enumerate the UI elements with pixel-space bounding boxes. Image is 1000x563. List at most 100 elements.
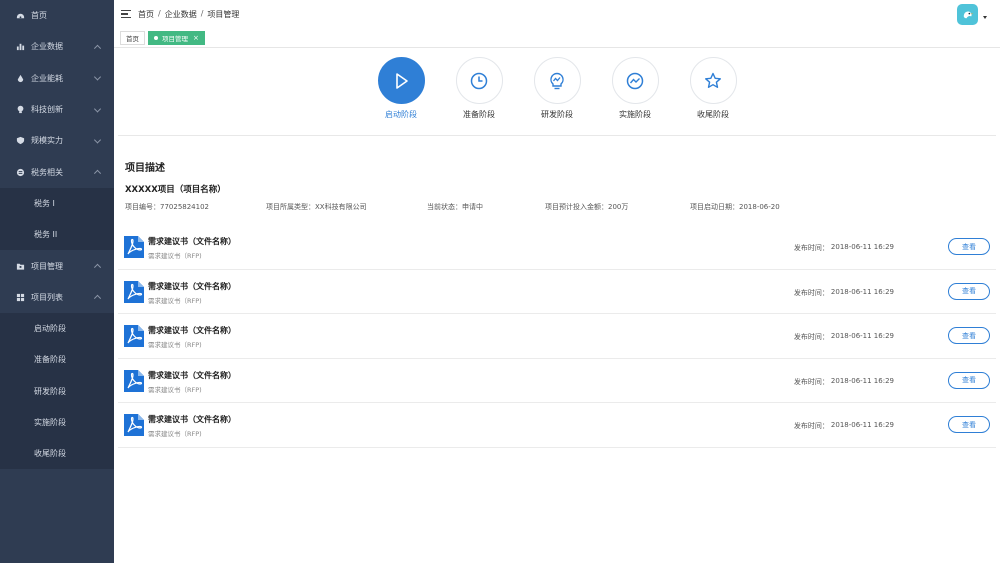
- stage-start[interactable]: 启动阶段: [377, 57, 425, 127]
- sidebar-subitem-start-stage[interactable]: 启动阶段: [0, 312, 114, 345]
- project-status: 当前状态：申请中: [427, 203, 483, 211]
- stage-circle: [689, 57, 737, 104]
- chevron-down-icon: [93, 136, 102, 144]
- project-type: 项目所属类型：XX科技有限公司: [266, 203, 367, 211]
- sidebar-item-innovation[interactable]: 科技创新: [0, 94, 114, 125]
- file-title: 需求建议书（文件名称）: [148, 415, 236, 424]
- sidebar-item-label: 研发阶段: [34, 386, 66, 396]
- sidebar-item-label: 项目管理: [31, 261, 63, 271]
- star-icon: [705, 72, 721, 88]
- chevron-up-icon: [93, 44, 102, 52]
- stage-close[interactable]: 收尾阶段: [689, 57, 737, 127]
- publish-time-label: 发布时间：: [793, 288, 829, 297]
- sidebar-item-label: 首页: [31, 11, 47, 21]
- stage-impl[interactable]: 实施阶段: [611, 57, 659, 127]
- avatar[interactable]: [957, 4, 978, 25]
- stage-label: 研发阶段: [541, 110, 573, 119]
- stage-circle: [455, 57, 503, 104]
- file-subtitle: 需求建议书（RFP): [148, 252, 202, 260]
- sidebar-item-energy[interactable]: 企业能耗: [0, 63, 114, 94]
- chevron-down-icon: [93, 104, 102, 113]
- sidebar-subitem-close-stage[interactable]: 收尾阶段: [0, 438, 114, 470]
- view-button[interactable]: 查看: [948, 416, 990, 433]
- stage-circle: [377, 57, 425, 104]
- pdf-icon: [124, 369, 144, 392]
- tax-icon: [16, 168, 25, 177]
- view-button[interactable]: 查看: [948, 371, 990, 389]
- breadcrumb-separator: /: [158, 8, 161, 18]
- sidebar-item-tax[interactable]: 税务相关: [0, 156, 114, 187]
- breadcrumb-item-company-data[interactable]: 企业数据: [165, 9, 197, 20]
- list-item: 需求建议书（文件名称） 需求建议书（RFP) 发布时间： 2018-06-11 1…: [118, 225, 996, 270]
- sidebar-item-project-list[interactable]: 项目列表: [0, 282, 114, 313]
- bar-chart-icon: [16, 42, 25, 51]
- chevron-down-icon: [93, 73, 102, 81]
- list-item: 需求建议书（文件名称） 需求建议书（RFP) 发布时间： 2018-06-11 1…: [118, 359, 996, 403]
- sidebar-item-label: 科技创新: [31, 105, 63, 115]
- sidebar-item-home[interactable]: 首页: [0, 0, 114, 31]
- lightbulb-chart-icon: [550, 72, 564, 89]
- breadcrumb: 首页 / 企业数据 / 项目管理: [138, 9, 239, 20]
- view-button[interactable]: 查看: [948, 327, 990, 344]
- section-title: 项目描述: [125, 163, 165, 174]
- pdf-icon: [124, 414, 144, 436]
- chevron-up-icon: [93, 169, 102, 177]
- sidebar-subitem-prep-stage[interactable]: 准备阶段: [0, 344, 114, 376]
- publish-time-value: 2018-06-11 16:29: [830, 376, 894, 385]
- sidebar-subitem-rd-stage[interactable]: 研发阶段: [0, 375, 114, 407]
- active-dot-icon: [154, 35, 158, 40]
- sidebar-item-project-management[interactable]: 项目管理: [0, 250, 114, 281]
- tabs-bar: 首页 项目管理 ×: [114, 28, 1000, 48]
- tab-home[interactable]: 首页: [120, 30, 145, 45]
- trend-icon: [626, 72, 644, 89]
- publish-time-value: 2018-06-11 16:29: [830, 332, 894, 340]
- sidebar-item-label: 税务 II: [34, 230, 58, 240]
- stage-prep[interactable]: 准备阶段: [455, 57, 503, 127]
- stage-nav: 启动阶段 准备阶段 研发阶段 实施阶段 收尾阶段: [114, 57, 1000, 127]
- sidebar-subitem-tax-2[interactable]: 税务 II: [0, 219, 114, 251]
- sidebar-item-label: 启动阶段: [34, 324, 66, 334]
- stage-rd[interactable]: 研发阶段: [533, 57, 581, 127]
- sidebar-subitem-impl-stage[interactable]: 实施阶段: [0, 406, 114, 439]
- sidebar-item-label: 准备阶段: [34, 355, 66, 365]
- tab-label: 项目管理: [162, 34, 188, 43]
- publish-time: 发布时间： 2018-06-11 16:29: [794, 377, 894, 387]
- publish-time-value: 2018-06-11 16:29: [830, 287, 894, 296]
- sidebar-item-company-data[interactable]: 企业数据: [0, 31, 114, 62]
- sidebar-item-label: 税务 I: [34, 198, 55, 208]
- sidebar: 首页 企业数据 企业能耗 科技创新 规模实力 税务相关 税务 I 税务 II 项…: [0, 0, 114, 563]
- sidebar-subitem-tax-1[interactable]: 税务 I: [0, 187, 114, 220]
- view-button[interactable]: 查看: [948, 238, 990, 255]
- project-start-date: 项目启动日期：2018-06-20: [690, 203, 780, 211]
- tab-project-management[interactable]: 项目管理 ×: [148, 30, 205, 45]
- list-item: 需求建议书（文件名称） 需求建议书（RFP) 发布时间： 2018-06-11 1…: [118, 314, 996, 359]
- divider: [118, 135, 996, 136]
- list-item: 需求建议书（文件名称） 需求建议书（RFP) 发布时间： 2018-06-11 1…: [118, 270, 996, 314]
- view-button[interactable]: 查看: [948, 282, 990, 300]
- drop-icon: [16, 74, 25, 83]
- play-icon: [396, 72, 408, 89]
- file-title: 需求建议书（文件名称）: [148, 326, 236, 335]
- chevron-up-icon: [93, 263, 102, 271]
- sidebar-item-scale[interactable]: 规模实力: [0, 125, 114, 156]
- list-item: 需求建议书（文件名称） 需求建议书（RFP) 发布时间： 2018-06-11 1…: [118, 403, 996, 448]
- sidebar-item-label: 规模实力: [31, 136, 63, 146]
- close-icon[interactable]: ×: [193, 34, 199, 42]
- bird-logo-icon: [963, 11, 974, 19]
- pdf-icon: [124, 236, 144, 258]
- project-number: 项目编号：77025824102: [125, 203, 209, 211]
- file-title: 需求建议书（文件名称）: [148, 370, 236, 380]
- publish-time-label: 发布时间：: [793, 333, 829, 341]
- breadcrumb-item-home[interactable]: 首页: [138, 9, 154, 20]
- file-list: 需求建议书（文件名称） 需求建议书（RFP) 发布时间： 2018-06-11 1…: [118, 225, 996, 448]
- grid-icon: [16, 293, 25, 302]
- sidebar-item-label: 收尾阶段: [34, 449, 66, 459]
- menu-toggle-icon[interactable]: [121, 10, 131, 18]
- publish-time: 发布时间： 2018-06-11 16:29: [794, 332, 894, 342]
- caret-down-icon[interactable]: [983, 16, 987, 19]
- sidebar-item-label: 税务相关: [31, 167, 63, 177]
- top-bar: 首页 / 企业数据 / 项目管理: [114, 0, 1000, 28]
- file-subtitle: 需求建议书（RFP): [148, 341, 202, 349]
- project-name: XXXXX项目（项目名称）: [125, 185, 226, 195]
- shield-icon: [16, 136, 25, 145]
